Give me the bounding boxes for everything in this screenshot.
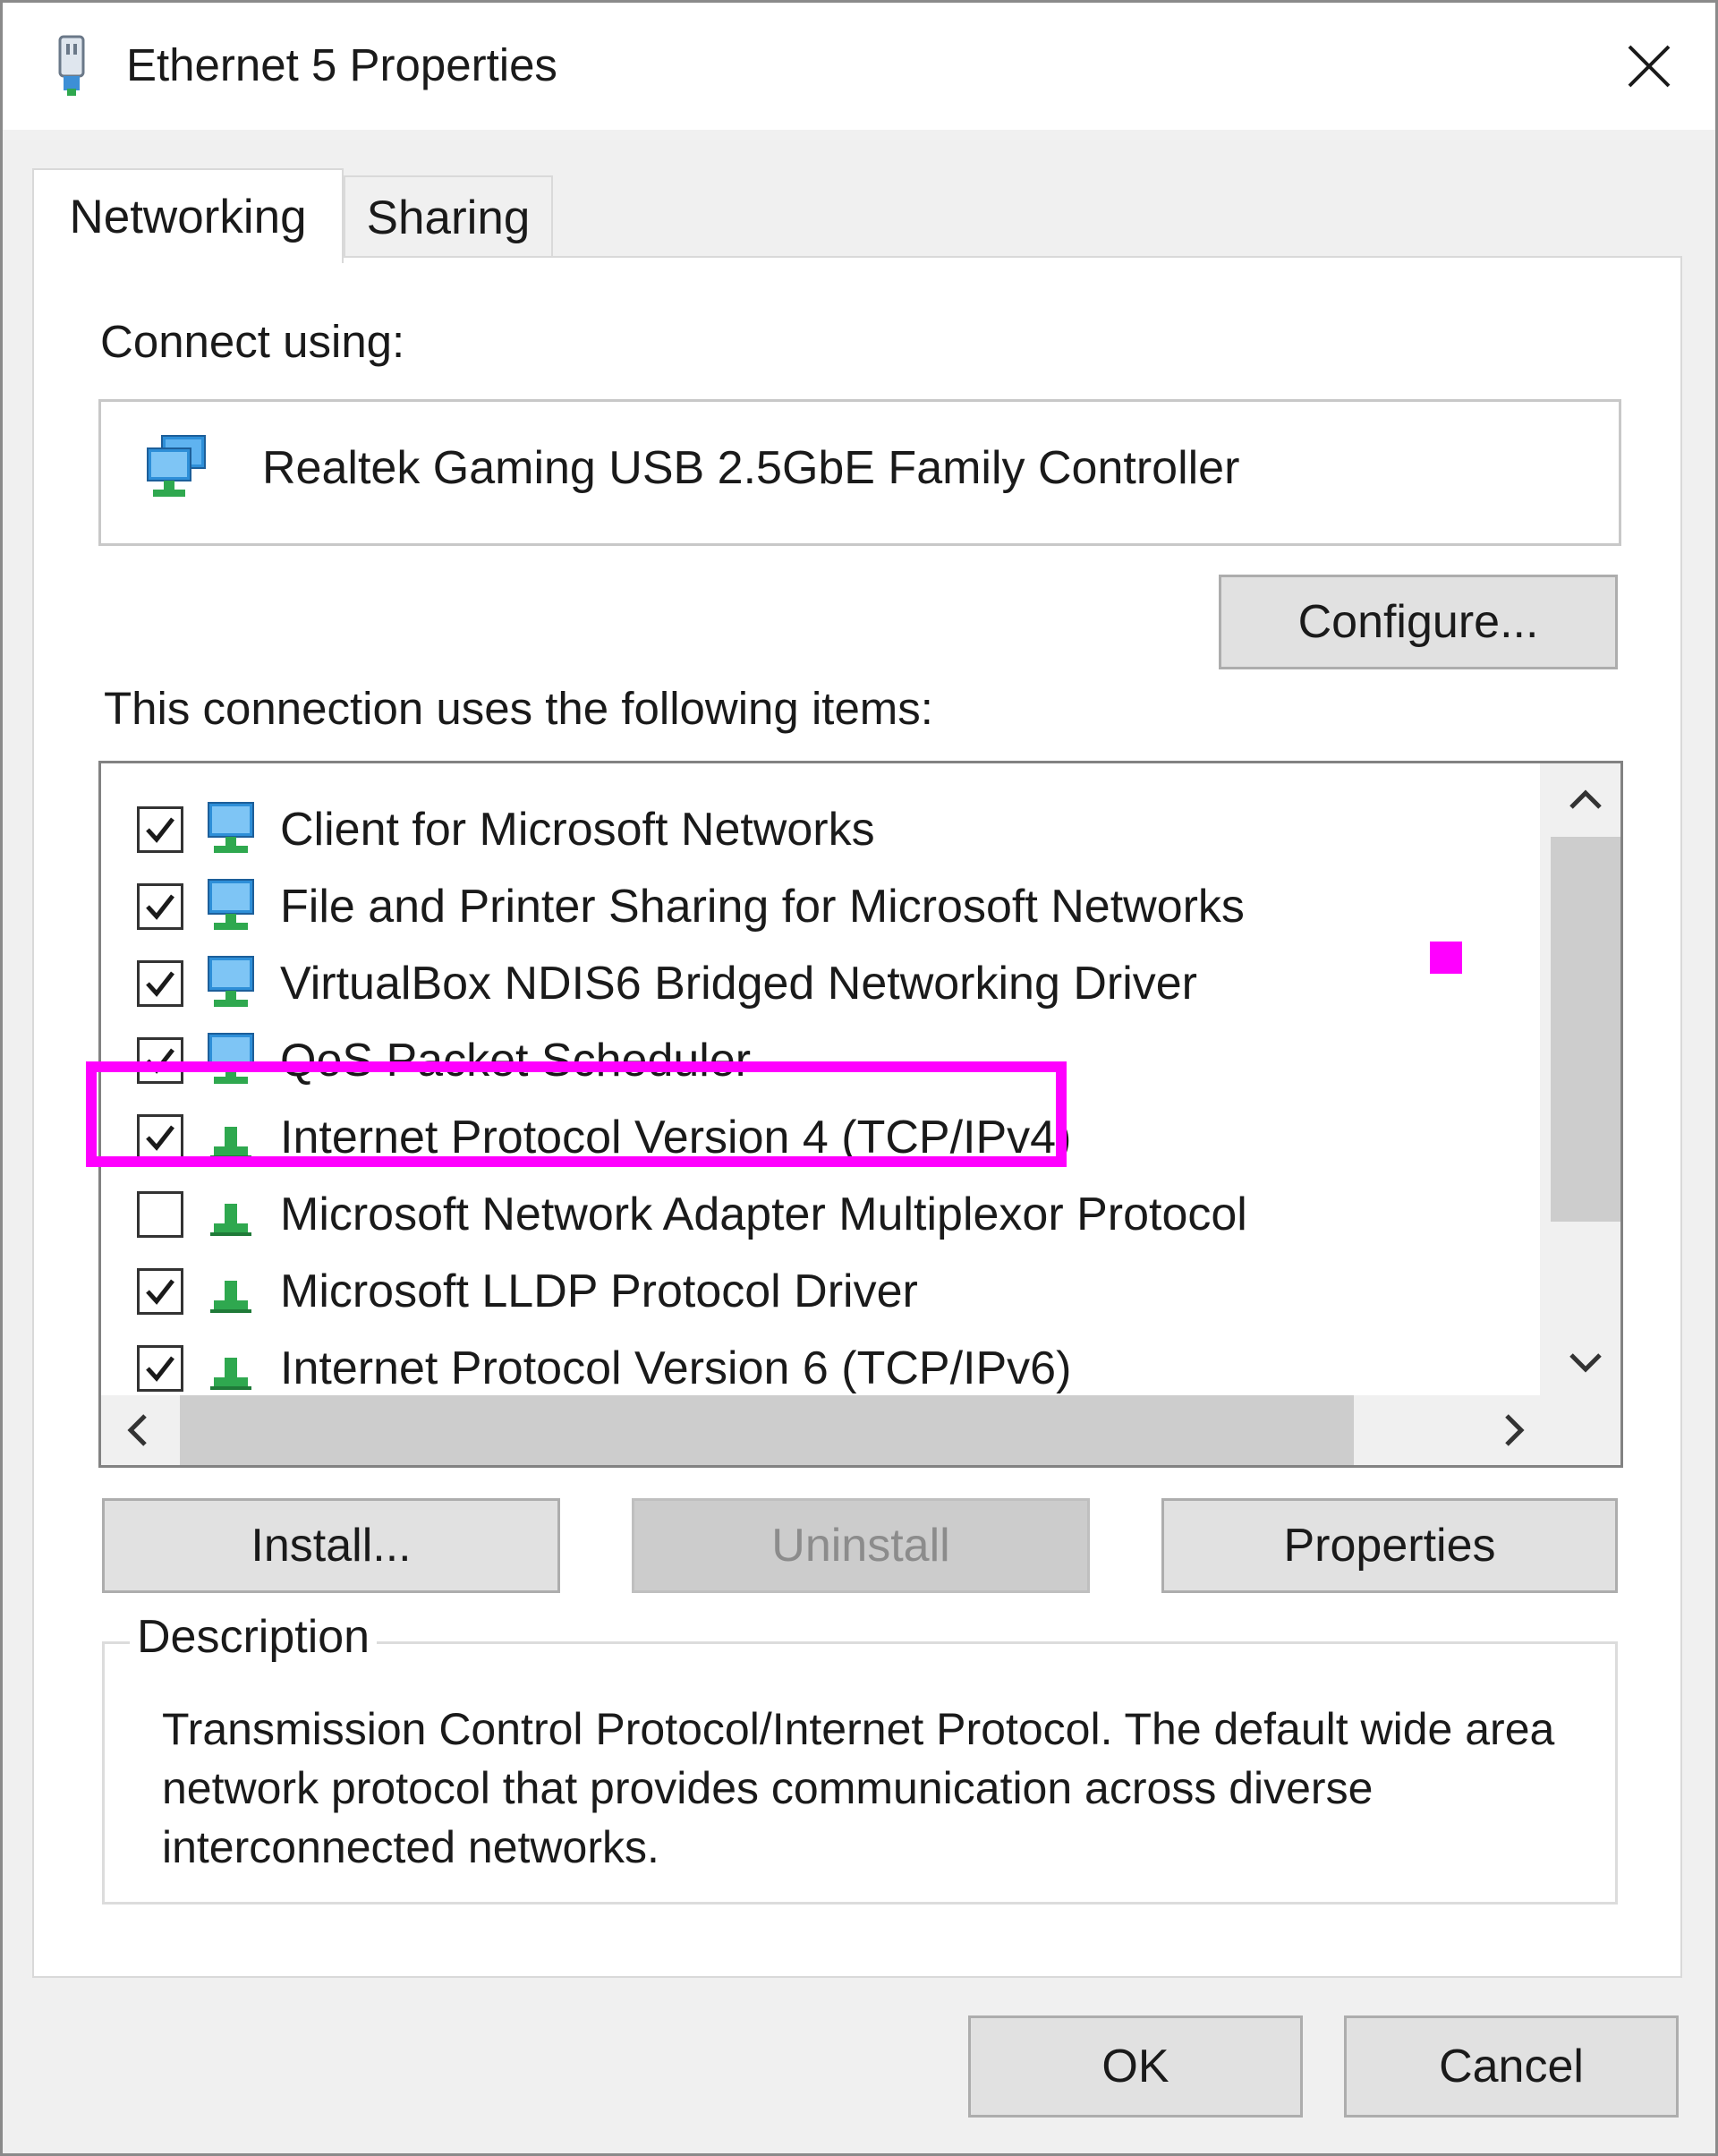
horizontal-scrollbar[interactable] <box>101 1395 1620 1465</box>
tab-networking-label: Networking <box>69 190 307 243</box>
network-adapter-icon <box>147 435 206 497</box>
tab-sharing[interactable]: Sharing <box>344 175 553 258</box>
list-item[interactable]: File and Printer Sharing for Microsoft N… <box>101 867 1533 944</box>
protocol-icon <box>201 1261 260 1320</box>
highlight-box <box>86 1061 1067 1167</box>
close-icon <box>1628 45 1671 88</box>
configure-button[interactable]: Configure... <box>1219 575 1618 669</box>
uninstall-button[interactable]: Uninstall <box>632 1498 1090 1593</box>
connect-using-label: Connect using: <box>100 316 405 367</box>
item-checkbox[interactable] <box>137 1268 183 1315</box>
item-label: Internet Protocol Version 6 (TCP/IPv6) <box>280 1342 1072 1394</box>
title-bar: Ethernet 5 Properties <box>3 3 1715 130</box>
install-button[interactable]: Install... <box>102 1498 560 1593</box>
vertical-scroll-thumb[interactable] <box>1551 837 1620 1222</box>
item-label: File and Printer Sharing for Microsoft N… <box>280 881 1245 933</box>
scroll-down-button[interactable] <box>1551 1336 1620 1390</box>
list-item[interactable]: Client for Microsoft Networks <box>101 790 1533 867</box>
description-group: Description Transmission Control Protoco… <box>102 1610 1618 1905</box>
tab-sharing-label: Sharing <box>366 191 531 244</box>
description-text: Transmission Control Protocol/Internet P… <box>162 1704 1555 1872</box>
protocol-icon <box>201 1184 260 1243</box>
list-item[interactable]: Microsoft LLDP Protocol Driver <box>101 1252 1533 1329</box>
item-label: VirtualBox NDIS6 Bridged Networking Driv… <box>280 958 1197 1010</box>
ok-button[interactable]: OK <box>968 2015 1303 2118</box>
scroll-right-button[interactable] <box>1488 1403 1542 1457</box>
item-checkbox[interactable] <box>137 1345 183 1392</box>
item-label: Microsoft LLDP Protocol Driver <box>280 1265 918 1317</box>
horizontal-scroll-thumb[interactable] <box>180 1395 1354 1465</box>
chevron-right-icon <box>1505 1414 1525 1446</box>
highlight-marker <box>1430 942 1462 974</box>
chevron-up-icon <box>1569 789 1602 809</box>
client-icon <box>201 799 260 858</box>
properties-button[interactable]: Properties <box>1161 1498 1618 1593</box>
scroll-left-button[interactable] <box>110 1403 164 1457</box>
chevron-left-icon <box>127 1414 147 1446</box>
item-checkbox[interactable] <box>137 1191 183 1238</box>
items-label: This connection uses the following items… <box>104 683 933 734</box>
chevron-down-icon <box>1569 1353 1602 1373</box>
item-label: Microsoft Network Adapter Multiplexor Pr… <box>280 1189 1247 1240</box>
protocol-icon <box>201 1338 260 1397</box>
scroll-up-button[interactable] <box>1551 772 1620 826</box>
item-label: Client for Microsoft Networks <box>280 804 875 856</box>
item-checkbox[interactable] <box>137 960 183 1007</box>
network-adapter-icon <box>58 35 85 96</box>
item-checkbox[interactable] <box>137 883 183 930</box>
service-icon <box>201 953 260 1012</box>
service-icon <box>201 876 260 935</box>
close-button[interactable] <box>1613 35 1685 98</box>
adapter-name: Realtek Gaming USB 2.5GbE Family Control… <box>262 442 1240 494</box>
vertical-scrollbar[interactable] <box>1540 763 1620 1399</box>
description-legend: Description <box>130 1610 378 1664</box>
tab-networking[interactable]: Networking <box>32 168 344 263</box>
adapter-field: Realtek Gaming USB 2.5GbE Family Control… <box>98 399 1621 546</box>
list-item[interactable]: Microsoft Network Adapter Multiplexor Pr… <box>101 1175 1533 1252</box>
window-title: Ethernet 5 Properties <box>126 39 557 90</box>
list-item[interactable]: VirtualBox NDIS6 Bridged Networking Driv… <box>101 944 1533 1021</box>
item-checkbox[interactable] <box>137 806 183 853</box>
cancel-button[interactable]: Cancel <box>1344 2015 1679 2118</box>
